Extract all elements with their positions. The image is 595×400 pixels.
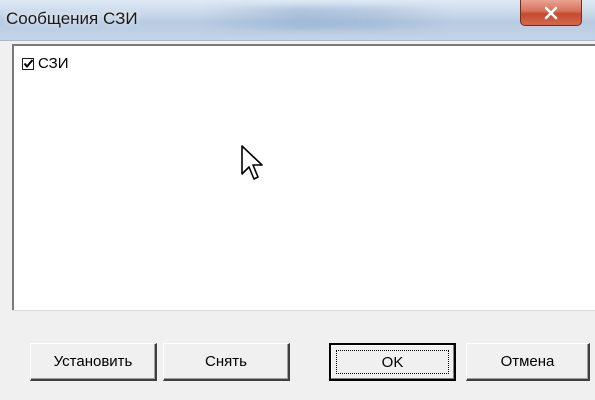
set-button[interactable]: Установить <box>30 343 157 381</box>
clear-button[interactable]: Снять <box>163 343 290 381</box>
window-title: Сообщения СЗИ <box>6 9 138 28</box>
cancel-button[interactable]: Отмена <box>466 343 590 381</box>
list-item-label: СЗИ <box>38 55 69 72</box>
list-item[interactable]: СЗИ <box>22 55 69 72</box>
mouse-pointer-icon <box>241 145 263 180</box>
ok-button[interactable]: OK <box>329 343 456 381</box>
divider <box>12 310 595 311</box>
cancel-button-label: Отмена <box>500 353 555 370</box>
dialog-window: Сообщения СЗИ СЗИ Установить Снять OK От… <box>0 0 595 400</box>
title-bar[interactable]: Сообщения СЗИ <box>0 0 595 41</box>
close-icon <box>544 6 558 19</box>
item-checkbox[interactable] <box>22 57 34 70</box>
clear-button-label: Снять <box>205 353 247 370</box>
checkmark-icon <box>23 58 34 68</box>
set-button-label: Установить <box>53 353 133 370</box>
ok-button-label: OK <box>381 353 404 371</box>
messages-list[interactable]: СЗИ <box>12 44 595 310</box>
close-button[interactable] <box>520 0 582 26</box>
